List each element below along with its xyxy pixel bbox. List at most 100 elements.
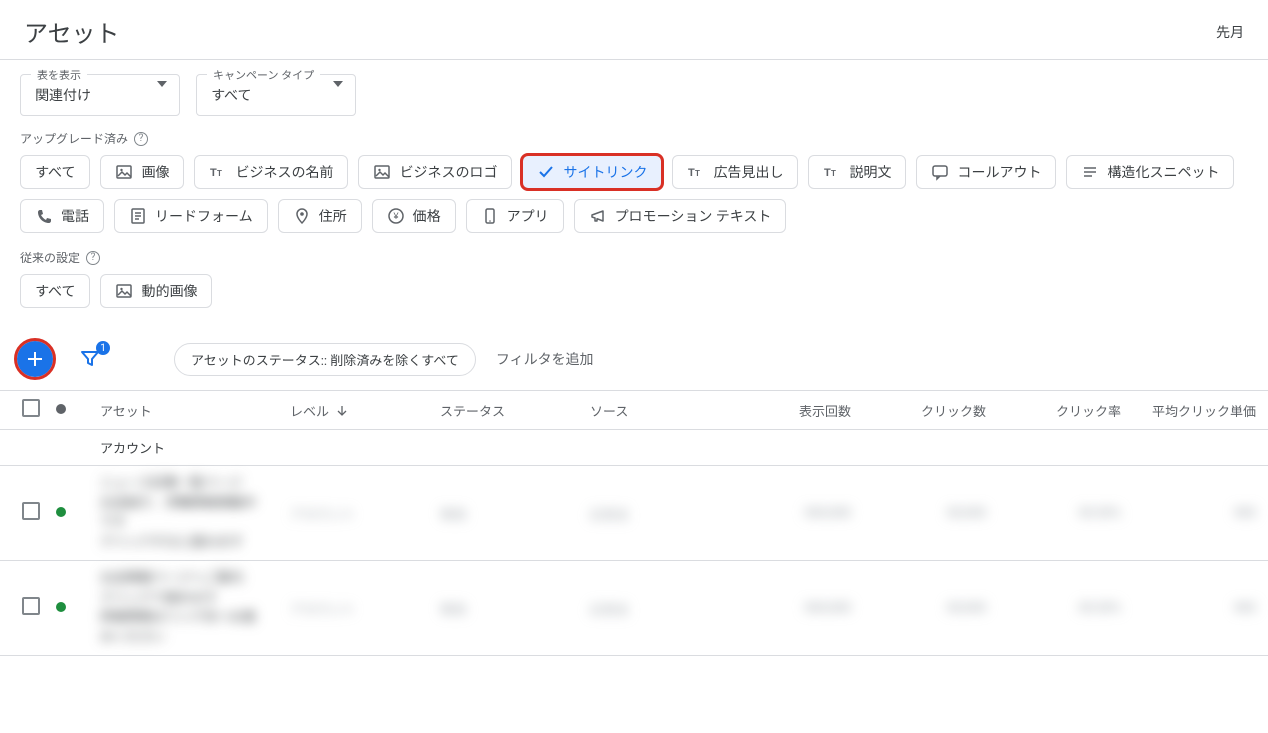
avg-cpc-cell: ¥00 [1235, 506, 1256, 521]
tt-icon [687, 163, 705, 181]
chip-リードフォーム[interactable]: リードフォーム [114, 199, 268, 233]
list-icon [1081, 163, 1099, 181]
campaign-type-dropdown[interactable]: キャンペーン タイプ すべて [196, 74, 356, 116]
filter-button[interactable]: 1 [76, 345, 104, 373]
add-filter-link[interactable]: フィルタを追加 [496, 349, 594, 369]
col-ctr[interactable]: クリック率 [998, 391, 1133, 430]
tt-icon [823, 163, 841, 181]
price-icon [387, 207, 405, 225]
asset-cell: お店情報ページへご案内クリックで進めます詳細情報はリンク先へお進みください [100, 569, 266, 647]
page-title: アセット [24, 14, 120, 49]
promo-icon [589, 207, 607, 225]
chip-label: 動的画像 [141, 281, 197, 301]
status-dot-icon [56, 602, 66, 612]
phone-icon [35, 207, 53, 225]
level-cell: アカウント [290, 508, 355, 523]
chip-動的画像[interactable]: 動的画像 [100, 274, 212, 308]
chip-label: 電話 [61, 206, 89, 226]
chip-住所[interactable]: 住所 [278, 199, 362, 233]
col-impressions[interactable]: 表示回数 [728, 391, 863, 430]
row-checkbox[interactable] [22, 597, 40, 615]
chip-すべて[interactable]: すべて [20, 274, 90, 308]
date-range[interactable]: 先月 [1216, 22, 1244, 42]
chip-コールアウト[interactable]: コールアウト [916, 155, 1056, 189]
col-source[interactable]: ソース [578, 391, 728, 430]
chip-アプリ[interactable]: アプリ [466, 199, 564, 233]
dropdown-value: 関連付け [35, 88, 91, 104]
image-icon [373, 163, 391, 181]
chip-label: アプリ [507, 206, 549, 226]
app-icon [481, 207, 499, 225]
toolbar: 1 アセットのステータス:: 削除済みを除くすべて フィルタを追加 [0, 328, 1268, 391]
active-filter-pill[interactable]: アセットのステータス:: 削除済みを除くすべて [174, 343, 476, 376]
add-asset-button[interactable] [14, 338, 56, 380]
avg-cpc-cell: ¥00 [1235, 601, 1256, 616]
col-asset[interactable]: アセット [88, 391, 278, 430]
chip-説明文[interactable]: 説明文 [808, 155, 906, 189]
pin-icon [293, 207, 311, 225]
ctr-cell: 00.00% [1079, 601, 1121, 616]
col-avg-cpc[interactable]: 平均クリック単価 [1133, 391, 1268, 430]
col-level[interactable]: レベル [278, 391, 428, 430]
table-row[interactable]: お店情報ページへご案内クリックで進めます詳細情報はリンク先へお進みください アカウ… [0, 561, 1268, 656]
chip-すべて[interactable]: すべて [20, 155, 90, 189]
chip-label: コールアウト [957, 162, 1041, 182]
highlight-ring [14, 338, 56, 380]
chip-label: すべて [35, 281, 75, 301]
chip-ビジネスのロゴ[interactable]: ビジネスのロゴ [358, 155, 512, 189]
help-icon[interactable]: ? [86, 251, 100, 265]
chip-label: 画像 [141, 162, 169, 182]
dropdown-label: キャンペーン タイプ [207, 67, 320, 83]
status-header-icon[interactable] [56, 404, 66, 414]
ctr-cell: 00.00% [1079, 506, 1121, 521]
sort-arrow-icon [336, 405, 348, 420]
col-clicks[interactable]: クリック数 [863, 391, 998, 430]
upgraded-section-label: アップグレード済み ? [20, 130, 1248, 147]
chip-構造化スニペット[interactable]: 構造化スニペット [1066, 155, 1234, 189]
chip-広告見出し[interactable]: 広告見出し [672, 155, 798, 189]
row-checkbox[interactable] [22, 502, 40, 520]
table-header-row: アセット レベル ステータス ソース 表示回数 クリック数 クリック率 平均クリ… [0, 391, 1268, 430]
chip-プロモーション テキスト[interactable]: プロモーション テキスト [574, 199, 787, 233]
assets-table: アセット レベル ステータス ソース 表示回数 クリック数 クリック率 平均クリ… [0, 391, 1268, 656]
help-icon[interactable]: ? [134, 132, 148, 146]
chip-電話[interactable]: 電話 [20, 199, 104, 233]
chip-label: プロモーション テキスト [615, 206, 772, 226]
select-all-checkbox[interactable] [22, 399, 40, 417]
status-dot-icon [56, 507, 66, 517]
chip-label: すべて [35, 162, 75, 182]
dropdown-value: すべて [211, 88, 251, 104]
chip-label: 価格 [413, 206, 441, 226]
chip-label: 説明文 [849, 162, 891, 182]
chip-画像[interactable]: 画像 [100, 155, 184, 189]
chip-サイトリンク[interactable]: サイトリンク [522, 155, 662, 189]
table-row[interactable]: ニュース記事一覧ページお店紹介、求職情報掲載中ですクリックすると進みます アカウン… [0, 466, 1268, 561]
chip-label: 構造化スニペット [1107, 162, 1219, 182]
image-icon [115, 282, 133, 300]
status-cell: 有効 [440, 603, 466, 618]
check-icon [537, 163, 555, 181]
level-cell: アカウント [290, 603, 355, 618]
col-status[interactable]: ステータス [428, 391, 578, 430]
dropdown-row: 表を表示 関連付け キャンペーン タイプ すべて [20, 74, 1248, 116]
upgraded-chip-row: すべて 画像 ビジネスの名前 ビジネスのロゴ サイトリンク広告見出し 説明文 コールアウト 構… [20, 155, 1248, 233]
legacy-chip-row: すべて 動的画像 [20, 274, 1248, 308]
source-cell: 広告主 [590, 508, 629, 523]
group-row: アカウント [0, 430, 1268, 466]
asset-cell: ニュース記事一覧ページお店紹介、求職情報掲載中ですクリックすると進みます [100, 474, 266, 552]
callout-icon [931, 163, 949, 181]
dropdown-label: 表を表示 [31, 67, 87, 83]
chip-label: ビジネスのロゴ [399, 162, 497, 182]
legacy-section-label: 従来の設定 ? [20, 249, 1248, 266]
impressions-cell: 000,000 [805, 601, 851, 616]
impressions-cell: 000,000 [805, 506, 851, 521]
image-icon [115, 163, 133, 181]
filters-area: 表を表示 関連付け キャンペーン タイプ すべて アップグレード済み ? すべて… [0, 60, 1268, 328]
chip-価格[interactable]: 価格 [372, 199, 456, 233]
chevron-down-icon [157, 87, 167, 103]
chip-ビジネスの名前[interactable]: ビジネスの名前 [194, 155, 348, 189]
table-view-dropdown[interactable]: 表を表示 関連付け [20, 74, 180, 116]
status-cell: 有効 [440, 508, 466, 523]
clicks-cell: 00,000 [947, 601, 986, 616]
chevron-down-icon [333, 87, 343, 103]
